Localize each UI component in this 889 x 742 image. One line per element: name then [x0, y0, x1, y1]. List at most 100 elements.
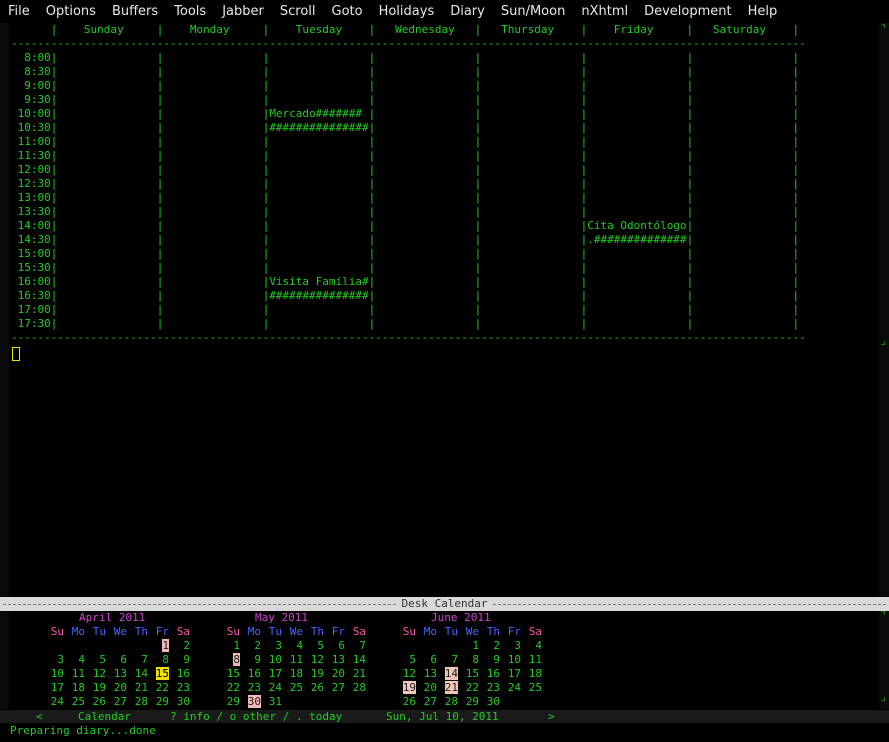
calendar-day[interactable]: 25 — [521, 681, 542, 695]
diary-entry[interactable]: Visita Familia# — [269, 275, 368, 288]
time-slot[interactable] — [163, 219, 262, 232]
calendar-day[interactable]: 25 — [282, 681, 303, 695]
calendar-day[interactable]: 24 — [261, 681, 282, 695]
calendar-day[interactable]: 6 — [416, 653, 437, 667]
time-slot[interactable] — [481, 177, 580, 190]
time-slot[interactable] — [57, 247, 156, 260]
time-slot[interactable] — [587, 65, 686, 78]
calendar-day[interactable]: 15 — [148, 667, 169, 681]
text-cursor-icon[interactable] — [12, 347, 20, 361]
time-slot[interactable] — [693, 289, 792, 302]
calendar-day[interactable]: 18 — [521, 667, 542, 681]
time-slot[interactable] — [375, 191, 474, 204]
menu-nxhtml[interactable]: nXhtml — [573, 4, 636, 19]
calendar-day[interactable]: 14 — [127, 667, 148, 681]
time-slot[interactable] — [481, 107, 580, 120]
time-slot[interactable] — [163, 303, 262, 316]
time-slot[interactable] — [587, 107, 686, 120]
calendar-day[interactable]: 28 — [345, 681, 366, 695]
time-slot[interactable] — [693, 205, 792, 218]
diary-date-marker[interactable]: 21 — [444, 681, 458, 694]
diary-entry[interactable]: Cita Odontólogo — [587, 219, 686, 232]
time-slot[interactable] — [375, 65, 474, 78]
time-slot[interactable] — [481, 149, 580, 162]
menu-diary[interactable]: Diary — [442, 4, 493, 19]
calendar-day[interactable]: 28 — [437, 695, 458, 709]
calendar-day[interactable]: 15 — [458, 667, 479, 681]
time-slot[interactable] — [587, 261, 686, 274]
calendar-day[interactable]: 17 — [500, 667, 521, 681]
time-slot[interactable] — [375, 149, 474, 162]
calendar-day[interactable]: 5 — [395, 653, 416, 667]
calendar-day[interactable]: 13 — [106, 667, 127, 681]
calendar-day[interactable]: 21 — [345, 667, 366, 681]
time-slot[interactable] — [481, 205, 580, 218]
calendar-day[interactable]: 1 — [148, 639, 169, 653]
menu-scroll[interactable]: Scroll — [272, 4, 324, 19]
calendar-day[interactable]: 29 — [458, 695, 479, 709]
time-slot[interactable] — [693, 177, 792, 190]
time-slot[interactable] — [163, 51, 262, 64]
time-slot[interactable] — [481, 51, 580, 64]
time-slot[interactable] — [587, 303, 686, 316]
calendar-day[interactable]: 4 — [521, 639, 542, 653]
time-slot[interactable] — [57, 93, 156, 106]
calendar-day[interactable]: 3 — [500, 639, 521, 653]
time-slot[interactable] — [163, 163, 262, 176]
desk-calendar[interactable]: April 2011 Su Mo Tu We Th Fr Sa 1 2 3 4 5 6 7 8 9 10 11 12 1… — [11, 611, 877, 709]
time-slot[interactable] — [587, 275, 686, 288]
calendar-day[interactable]: 1 — [219, 639, 240, 653]
time-slot[interactable] — [57, 65, 156, 78]
calendar-day[interactable]: 13 — [324, 653, 345, 667]
time-slot[interactable] — [269, 79, 368, 92]
time-slot[interactable] — [481, 65, 580, 78]
time-slot[interactable] — [375, 79, 474, 92]
time-slot[interactable] — [163, 93, 262, 106]
time-slot[interactable] — [375, 247, 474, 260]
time-slot[interactable] — [693, 79, 792, 92]
calendar-day[interactable]: 3 — [43, 653, 64, 667]
time-slot[interactable] — [587, 135, 686, 148]
calendar-day[interactable]: 14 — [345, 653, 366, 667]
calendar-day[interactable]: 20 — [106, 681, 127, 695]
time-slot[interactable] — [57, 191, 156, 204]
mode-line-right-arrow[interactable]: > — [548, 710, 555, 723]
time-slot[interactable] — [481, 289, 580, 302]
calendar-day[interactable]: 23 — [169, 681, 190, 695]
time-slot[interactable] — [163, 289, 262, 302]
time-slot[interactable] — [587, 205, 686, 218]
time-slot[interactable] — [57, 79, 156, 92]
time-slot[interactable] — [587, 289, 686, 302]
time-slot[interactable] — [375, 261, 474, 274]
time-slot[interactable] — [587, 121, 686, 134]
time-slot[interactable] — [375, 135, 474, 148]
time-slot[interactable] — [587, 149, 686, 162]
calendar-day[interactable]: 24 — [500, 681, 521, 695]
time-slot[interactable] — [375, 107, 474, 120]
menu-file[interactable]: File — [0, 4, 38, 19]
calendar-day[interactable]: 15 — [219, 667, 240, 681]
time-slot[interactable] — [693, 191, 792, 204]
time-slot[interactable] — [163, 247, 262, 260]
time-slot[interactable] — [481, 303, 580, 316]
time-slot[interactable] — [693, 275, 792, 288]
time-slot[interactable] — [163, 275, 262, 288]
calendar-day[interactable]: 25 — [64, 695, 85, 709]
calendar-day[interactable]: 27 — [106, 695, 127, 709]
time-slot[interactable] — [375, 51, 474, 64]
diary-date-marker[interactable]: 14 — [444, 667, 458, 680]
calendar-day[interactable]: 6 — [324, 639, 345, 653]
time-slot[interactable] — [57, 163, 156, 176]
time-slot[interactable] — [269, 219, 368, 232]
menu-goto[interactable]: Goto — [324, 4, 371, 19]
time-slot[interactable] — [693, 163, 792, 176]
time-slot[interactable] — [481, 247, 580, 260]
calendar-day[interactable]: 30 — [479, 695, 500, 709]
time-slot[interactable] — [481, 219, 580, 232]
time-slot[interactable] — [481, 275, 580, 288]
diary-date-marker[interactable]: 8 — [233, 653, 240, 666]
diary-date-marker[interactable]: 1 — [162, 639, 169, 652]
calendar-day[interactable]: 1 — [458, 639, 479, 653]
time-slot[interactable] — [693, 303, 792, 316]
calendar-day[interactable]: 8 — [148, 653, 169, 667]
